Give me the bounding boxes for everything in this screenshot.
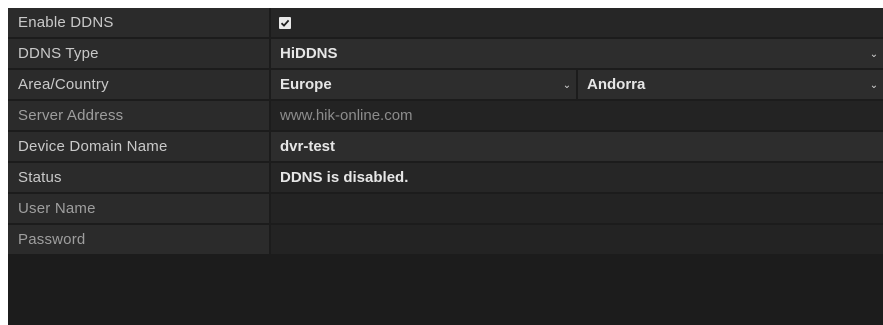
status-label: Status bbox=[8, 163, 269, 192]
chevron-down-icon: ⌄ bbox=[869, 80, 879, 91]
enable-ddns-value-cell bbox=[271, 8, 883, 37]
enable-ddns-label: Enable DDNS bbox=[8, 8, 269, 37]
row-enable-ddns: Enable DDNS bbox=[8, 8, 883, 37]
row-ddns-type: DDNS Type HiDDNS ⌄ bbox=[8, 39, 883, 68]
checkbox-checked-icon bbox=[280, 19, 290, 27]
password-label: Password bbox=[8, 225, 269, 254]
enable-ddns-checkbox[interactable] bbox=[279, 17, 291, 29]
server-address-label: Server Address bbox=[8, 101, 269, 130]
row-device-domain-name: Device Domain Name dvr-test bbox=[8, 132, 883, 161]
user-name-field bbox=[271, 194, 883, 223]
region-value: Europe bbox=[280, 76, 332, 93]
user-name-label: User Name bbox=[8, 194, 269, 223]
country-select[interactable]: Andorra ⌄ bbox=[578, 70, 883, 99]
password-field bbox=[271, 225, 883, 254]
area-country-label: Area/Country bbox=[8, 70, 269, 99]
chevron-down-icon: ⌄ bbox=[869, 49, 879, 60]
server-address-field: www.hik-online.com bbox=[271, 101, 883, 130]
ddns-settings-panel: Enable DDNS DDNS Type HiDDNS ⌄ Area/Coun… bbox=[8, 8, 883, 325]
row-status: Status DDNS is disabled. bbox=[8, 163, 883, 192]
country-value: Andorra bbox=[587, 76, 646, 93]
row-password: Password bbox=[8, 225, 883, 254]
device-domain-name-label: Device Domain Name bbox=[8, 132, 269, 161]
ddns-type-select[interactable]: HiDDNS ⌄ bbox=[271, 39, 883, 68]
row-user-name: User Name bbox=[8, 194, 883, 223]
row-server-address: Server Address www.hik-online.com bbox=[8, 101, 883, 130]
status-value: DDNS is disabled. bbox=[271, 163, 883, 192]
ddns-type-value: HiDDNS bbox=[280, 45, 338, 62]
device-domain-name-input[interactable]: dvr-test bbox=[271, 132, 883, 161]
row-area-country: Area/Country Europe ⌄ Andorra ⌄ bbox=[8, 70, 883, 99]
chevron-down-icon: ⌄ bbox=[562, 80, 572, 91]
region-select[interactable]: Europe ⌄ bbox=[271, 70, 576, 99]
ddns-type-label: DDNS Type bbox=[8, 39, 269, 68]
